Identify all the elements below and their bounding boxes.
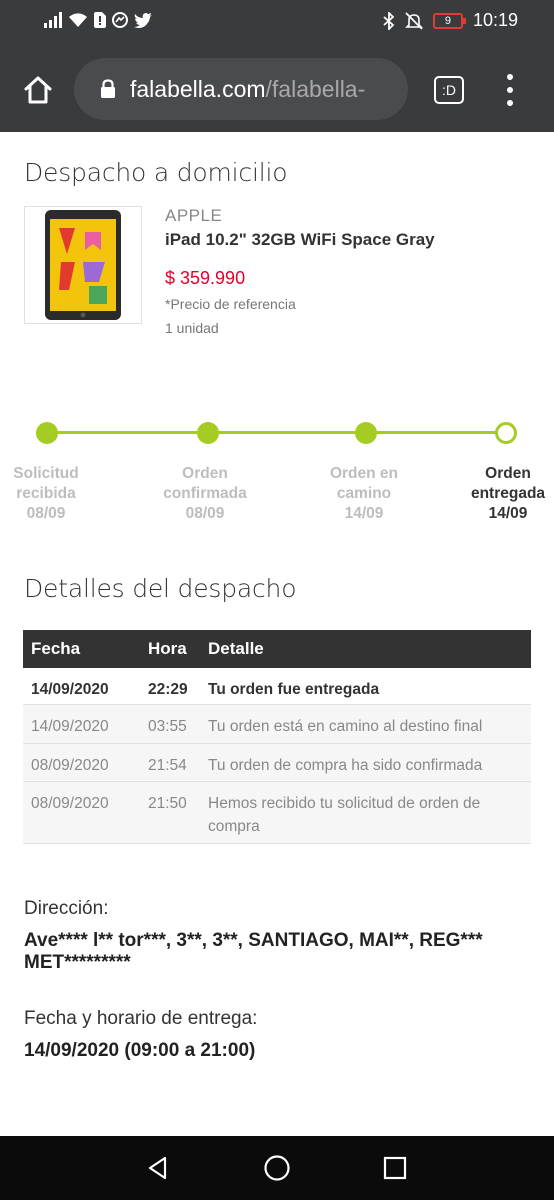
lock-icon bbox=[100, 79, 116, 99]
step-date: 08/09 bbox=[26, 505, 66, 522]
tracker-step-2: Orden confirmada 08/09 bbox=[145, 464, 265, 524]
menu-dot bbox=[507, 87, 513, 93]
tracker-node-4 bbox=[495, 422, 517, 444]
cell-hora: 03:55 bbox=[148, 718, 187, 735]
twitter-icon bbox=[134, 12, 152, 28]
back-button[interactable] bbox=[144, 1154, 172, 1182]
step-label-line1: Orden bbox=[182, 465, 228, 482]
delivery-label: Fecha y horario de entrega: bbox=[24, 1008, 258, 1029]
step-label-line1: Solicitud bbox=[13, 465, 79, 482]
cell-fecha: 14/09/2020 bbox=[31, 681, 109, 698]
recents-icon bbox=[383, 1156, 407, 1180]
home-button[interactable] bbox=[18, 70, 58, 110]
ipad-image bbox=[45, 210, 121, 320]
product-quantity: 1 unidad bbox=[165, 320, 219, 336]
table-row: 08/09/2020 21:50 Hemos recibido tu solic… bbox=[23, 782, 531, 844]
details-title: Detalles del despacho bbox=[24, 574, 297, 603]
mute-icon bbox=[405, 11, 423, 30]
recents-button[interactable] bbox=[381, 1154, 409, 1182]
home-circle-icon bbox=[264, 1155, 290, 1181]
product-price: $ 359.990 bbox=[165, 268, 246, 288]
product-brand: APPLE bbox=[165, 206, 223, 225]
url-host: falabella.com bbox=[130, 75, 266, 102]
battery-level: 9 bbox=[444, 14, 452, 27]
tracker-line bbox=[47, 431, 506, 434]
step-date: 08/09 bbox=[185, 505, 225, 522]
table-row: 08/09/2020 21:54 Tu orden de compra ha s… bbox=[23, 744, 531, 782]
cell-detalle: Tu orden está en camino al destino final bbox=[208, 718, 483, 735]
menu-dot bbox=[507, 74, 513, 80]
step-label-line2: recibida bbox=[16, 485, 76, 502]
address-value: Ave**** l** tor***, 3**, 3**, SANTIAGO, … bbox=[24, 930, 483, 973]
step-date: 14/09 bbox=[488, 505, 528, 522]
step-label-line2: camino bbox=[336, 485, 392, 502]
url-path: /falabella- bbox=[265, 75, 366, 102]
cell-detalle: Hemos recibido tu solicitud de orden de … bbox=[208, 795, 481, 835]
step-date: 14/09 bbox=[344, 505, 384, 522]
browser-chrome: 9 10:19 falabella.com/falabella- :D bbox=[0, 0, 554, 132]
cell-fecha: 08/09/2020 bbox=[31, 795, 109, 812]
messenger-icon bbox=[112, 12, 128, 28]
step-label-line1: Orden en bbox=[329, 465, 399, 482]
url-bar-row: falabella.com/falabella- :D bbox=[0, 56, 554, 122]
cell-hora: 21:54 bbox=[148, 757, 187, 774]
tracker-step-4: Orden entregada 14/09 bbox=[448, 464, 554, 524]
home-nav-button[interactable] bbox=[263, 1154, 291, 1182]
table-header: Fecha Hora Detalle bbox=[23, 630, 531, 668]
address-bar[interactable]: falabella.com/falabella- bbox=[74, 58, 408, 120]
status-right-icons: 9 10:19 bbox=[383, 10, 518, 31]
home-icon bbox=[24, 76, 52, 104]
system-nav-bar bbox=[0, 1136, 554, 1200]
table-row: 14/09/2020 22:29 Tu orden fue entregada bbox=[23, 668, 531, 705]
back-icon bbox=[148, 1156, 167, 1180]
header-fecha: Fecha bbox=[31, 639, 81, 658]
tabs-button[interactable]: :D bbox=[434, 76, 464, 104]
cell-fecha: 08/09/2020 bbox=[31, 757, 109, 774]
status-time: 10:19 bbox=[472, 10, 518, 30]
header-detalle: Detalle bbox=[208, 639, 264, 658]
cell-hora: 21:50 bbox=[148, 795, 187, 812]
product-name[interactable]: iPad 10.2" 32GB WiFi Space Gray bbox=[165, 230, 435, 250]
page-title: Despacho a domicilio bbox=[24, 158, 288, 187]
cell-detalle: Tu orden fue entregada bbox=[208, 681, 380, 698]
cell-hora: 22:29 bbox=[148, 681, 188, 698]
status-left-icons bbox=[44, 12, 152, 28]
wifi-icon bbox=[69, 13, 87, 27]
order-tracker: Solicitud recibida 08/09 Orden confirmad… bbox=[0, 422, 554, 532]
delivery-value: 14/09/2020 (09:00 a 21:00) bbox=[24, 1040, 256, 1061]
menu-dot bbox=[507, 100, 513, 106]
table-row: 14/09/2020 03:55 Tu orden está en camino… bbox=[23, 705, 531, 744]
page-content: Despacho a domicilio APPLE iPad 10.2" 32… bbox=[0, 132, 554, 1136]
step-label-line1: Orden bbox=[485, 465, 531, 482]
price-note: *Precio de referencia bbox=[165, 296, 296, 312]
step-label-line2: entregada bbox=[470, 485, 546, 502]
bluetooth-icon bbox=[383, 11, 395, 30]
tracker-step-3: Orden en camino 14/09 bbox=[304, 464, 424, 524]
cell-fecha: 14/09/2020 bbox=[31, 718, 109, 735]
tracker-node-1 bbox=[36, 422, 58, 444]
details-table: Fecha Hora Detalle 14/09/2020 22:29 Tu o… bbox=[23, 630, 531, 844]
signal-icon bbox=[44, 12, 62, 28]
tracker-node-2 bbox=[197, 422, 219, 444]
status-bar: 9 10:19 bbox=[0, 0, 554, 46]
tracker-step-1: Solicitud recibida 08/09 bbox=[0, 464, 106, 524]
overflow-menu-button[interactable] bbox=[500, 74, 520, 106]
tracker-node-3 bbox=[355, 422, 377, 444]
address-label: Dirección: bbox=[24, 898, 109, 919]
cell-detalle: Tu orden de compra ha sido confirmada bbox=[208, 757, 483, 774]
step-label-line2: confirmada bbox=[163, 485, 247, 502]
header-hora: Hora bbox=[148, 639, 187, 658]
product-card: APPLE iPad 10.2" 32GB WiFi Space Gray $ … bbox=[24, 206, 530, 336]
product-image[interactable] bbox=[24, 206, 142, 324]
battery-icon: 9 bbox=[432, 12, 466, 29]
sim-icon bbox=[94, 12, 106, 28]
